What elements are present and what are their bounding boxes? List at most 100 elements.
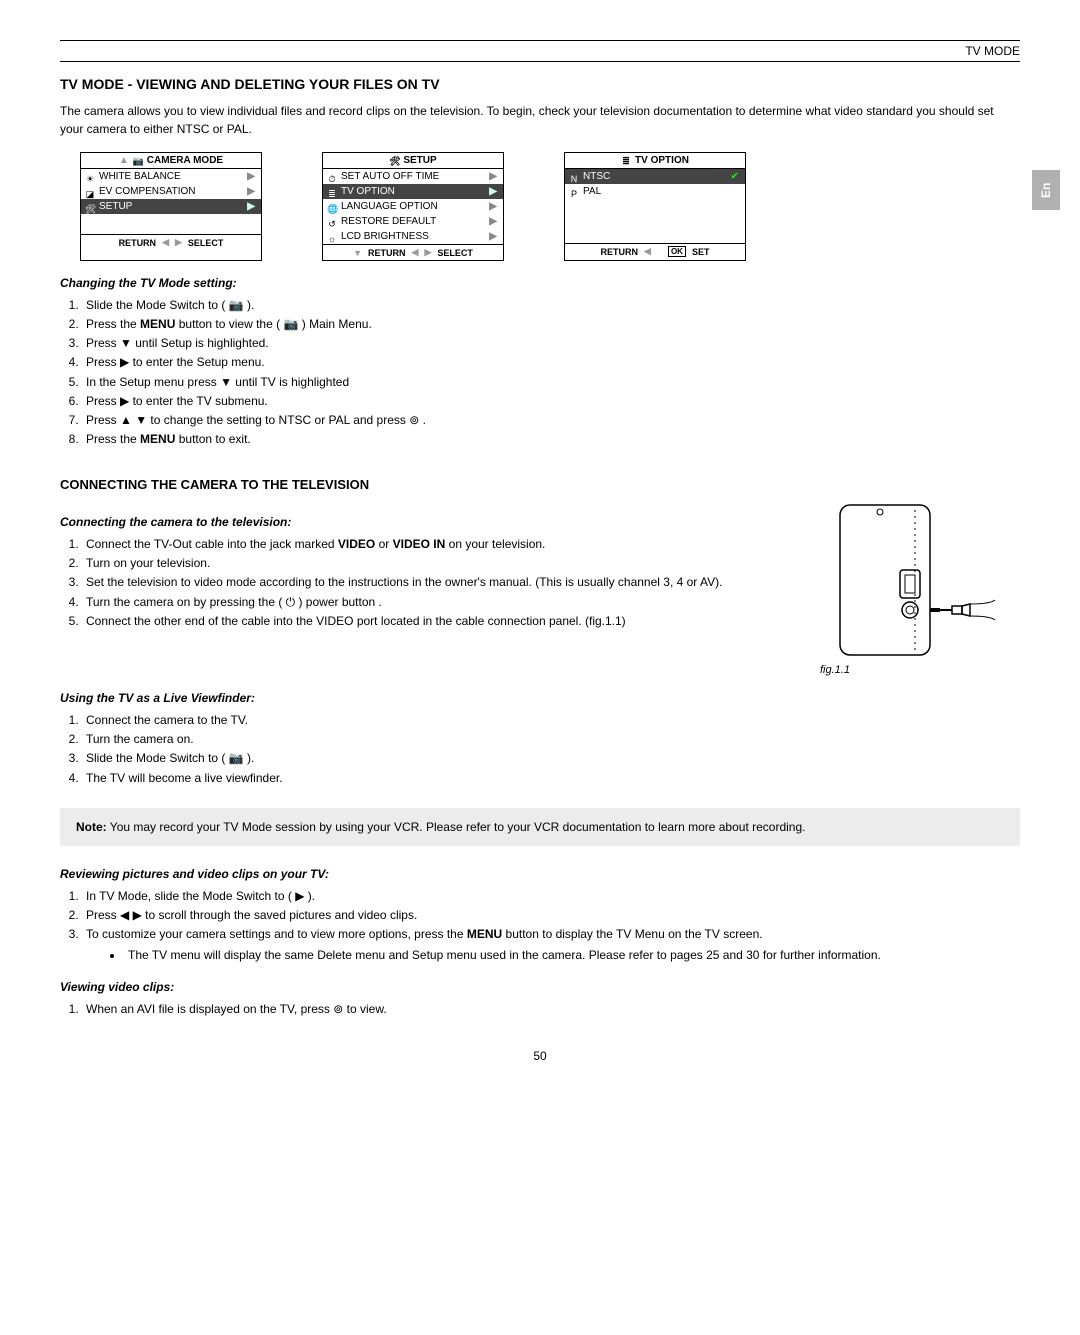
top-bar: TV MODE	[60, 40, 1020, 62]
menu-row-highlighted: 🛠 SETUP ▶	[81, 199, 261, 214]
menu-row-highlighted: ≣ TV OPTION ▶	[323, 184, 503, 199]
step: Turn the camera on.	[82, 730, 1020, 749]
step: The TV will become a live viewfinder.	[82, 769, 1020, 788]
tv-option-menu: ≣ TV OPTION N NTSC ✔ P PAL RETURN ◀ OK S…	[564, 152, 746, 261]
setup-icon: 🛠	[85, 202, 95, 212]
camera-icon: 📷	[133, 156, 143, 166]
ok-box-icon: OK	[668, 246, 686, 257]
menu-row: ☼ LCD BRIGHTNESS ▶	[323, 229, 503, 244]
setup-title: SETUP	[403, 155, 436, 166]
figure-1-1: fig.1.1	[820, 500, 1020, 676]
footer-select: SELECT	[437, 248, 473, 258]
arrow-right-icon: ▶	[489, 170, 497, 184]
setup-menu: 🛠 SETUP ⏱ SET AUTO OFF TIME ▶ ≣ TV OPTIO…	[322, 152, 504, 261]
step: Set the television to video mode accordi…	[82, 573, 790, 592]
footer-return: RETURN	[119, 238, 157, 248]
step: Press ▼ until Setup is highlighted.	[82, 334, 1020, 353]
tv-option-header: ≣ TV OPTION	[565, 153, 745, 169]
setup-icon: 🛠	[389, 156, 399, 166]
footer-return: RETURN	[601, 247, 639, 257]
step: In the Setup menu press ▼ until TV is hi…	[82, 373, 1020, 392]
menu-row: ◪ EV COMPENSATION ▶	[81, 184, 261, 199]
step: Press ▶ to enter the Setup menu.	[82, 353, 1020, 372]
clock-icon: ⏱	[327, 172, 337, 182]
ev-icon: ◪	[85, 187, 95, 197]
language-tab-label: En	[1039, 182, 1053, 197]
menu-diagrams: ▲ 📷 CAMERA MODE ☀ WHITE BALANCE ▶ ◪ EV C…	[80, 152, 1020, 261]
viewfinder-subhead: Using the TV as a Live Viewfinder:	[60, 690, 1020, 707]
step: Press the MENU button to view the ( 📷 ) …	[82, 315, 1020, 334]
setup-header: 🛠 SETUP	[323, 153, 503, 169]
review-sublist: The TV menu will display the same Delete…	[106, 946, 1020, 965]
step: Press ▲ ▼ to change the setting to NTSC …	[82, 411, 1020, 430]
step: Connect the camera to the TV.	[82, 711, 1020, 730]
menu-row: 🌐 LANGUAGE OPTION ▶	[323, 199, 503, 214]
camera-mode-title: CAMERA MODE	[147, 155, 223, 166]
right-triangle-icon: ▶	[424, 247, 431, 258]
step: Turn on your television.	[82, 554, 790, 573]
viewing-steps: When an AVI file is displayed on the TV,…	[60, 1000, 1020, 1019]
step: Press the MENU button to exit.	[82, 430, 1020, 449]
tv-option-title: TV OPTION	[635, 155, 689, 166]
step: Connect the other end of the cable into …	[82, 612, 790, 631]
camera-port-illustration	[820, 500, 1000, 660]
viewfinder-steps: Connect the camera to the TV. Turn the c…	[60, 711, 1020, 788]
arrow-right-icon: ▶	[489, 185, 497, 199]
note-label: Note:	[76, 820, 107, 834]
menu-footer: RETURN ◀ OK SET	[565, 243, 745, 259]
menu-row: ↺ RESTORE DEFAULT ▶	[323, 214, 503, 229]
footer-select: SELECT	[188, 238, 224, 248]
section1-intro: The camera allows you to view individual…	[60, 102, 1020, 138]
camera-mode-icon: 📷	[283, 317, 298, 331]
check-icon: ✔	[731, 170, 739, 184]
section1-heading: TV MODE - VIEWING AND DELETING YOUR FILE…	[60, 76, 1020, 92]
wb-icon: ☀	[85, 172, 95, 182]
figure-caption: fig.1.1	[820, 664, 1020, 676]
n-icon: N	[569, 172, 579, 182]
arrow-right-icon: ▶	[489, 215, 497, 229]
menu-footer: RETURN ◀ ▶ SELECT	[81, 234, 261, 250]
arrow-right-icon: ▶	[247, 170, 255, 184]
arrow-right-icon: ▶	[247, 185, 255, 199]
play-mode-icon: ▶	[295, 889, 304, 903]
menu-row: P PAL	[565, 184, 745, 199]
viewing-subhead: Viewing video clips:	[60, 979, 1020, 996]
menu-row-highlighted: N NTSC ✔	[565, 169, 745, 184]
lang-icon: 🌐	[327, 202, 337, 212]
step: Slide the Mode Switch to ( 📷 ).	[82, 296, 1020, 315]
note-box: Note: You may record your TV Mode sessio…	[60, 808, 1020, 846]
camera-mode-icon: 📷	[229, 298, 244, 312]
step: When an AVI file is displayed on the TV,…	[82, 1000, 1020, 1019]
sub-bullet: The TV menu will display the same Delete…	[124, 946, 1020, 965]
menu-row: ⏱ SET AUTO OFF TIME ▶	[323, 169, 503, 184]
step: In TV Mode, slide the Mode Switch to ( ▶…	[82, 887, 1020, 906]
change-tv-mode-steps: Slide the Mode Switch to ( 📷 ). Press th…	[60, 296, 1020, 450]
review-subhead: Reviewing pictures and video clips on yo…	[60, 866, 1020, 883]
right-triangle-icon: ▶	[175, 237, 182, 248]
connecting-subhead: Connecting the camera to the television:	[60, 514, 790, 531]
step: Slide the Mode Switch to ( 📷 ).	[82, 749, 1020, 768]
tv-icon: ≣	[327, 187, 337, 197]
camera-mode-header: ▲ 📷 CAMERA MODE	[81, 153, 261, 169]
restore-icon: ↺	[327, 217, 337, 227]
arrow-right-icon: ▶	[489, 200, 497, 214]
tv-icon: ≣	[621, 156, 631, 166]
footer-set: SET	[692, 247, 710, 257]
arrow-right-icon: ▶	[247, 200, 255, 214]
left-triangle-icon: ◀	[412, 247, 419, 258]
arrow-right-icon: ▶	[489, 230, 497, 244]
camera-mode-menu: ▲ 📷 CAMERA MODE ☀ WHITE BALANCE ▶ ◪ EV C…	[80, 152, 262, 261]
p-icon: P	[569, 187, 579, 197]
left-triangle-icon: ◀	[162, 237, 169, 248]
menu-footer: ▼ RETURN ◀ ▶ SELECT	[323, 244, 503, 260]
step: To customize your camera settings and to…	[82, 925, 1020, 965]
connecting-steps: Connect the TV-Out cable into the jack m…	[60, 535, 790, 631]
step: Turn the camera on by pressing the ( ⏻ )…	[82, 593, 790, 612]
note-text: You may record your TV Mode session by u…	[110, 820, 806, 834]
step: Press ◀ ▶ to scroll through the saved pi…	[82, 906, 1020, 925]
section2-heading: CONNECTING THE CAMERA TO THE TELEVISION	[60, 477, 1020, 492]
language-tab: En	[1032, 170, 1060, 210]
change-tv-mode-subhead: Changing the TV Mode setting:	[60, 275, 1020, 292]
camera-mode-icon: 📷	[229, 751, 244, 765]
page-number: 50	[60, 1049, 1020, 1063]
